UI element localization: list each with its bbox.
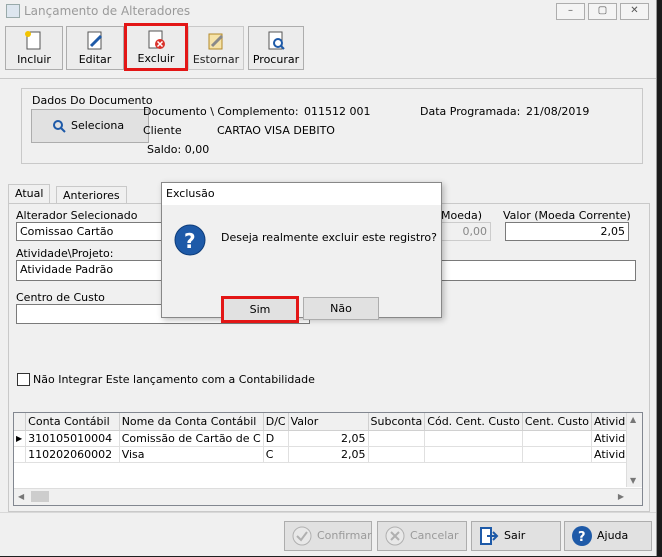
col-header[interactable]: Nome da Conta Contábil <box>119 413 264 431</box>
bottom-bar: Confirmar Cancelar Sair ? Ajuda <box>0 512 656 557</box>
table-row[interactable]: 110202060002 Visa C 2,05 Atividad <box>14 446 642 463</box>
sair-button[interactable]: Sair <box>471 521 561 551</box>
grid-corner <box>14 413 27 431</box>
help-icon: ? <box>572 526 592 546</box>
excluir-button[interactable]: Excluir <box>124 23 188 71</box>
col-header[interactable]: Cent. Custo <box>522 413 592 431</box>
vertical-scrollbar[interactable]: ▲ ▼ <box>626 413 642 487</box>
scroll-thumb[interactable] <box>31 491 49 502</box>
toolbar-separator <box>0 78 656 79</box>
horizontal-scrollbar[interactable]: ◀ ▶ <box>14 488 642 505</box>
grid-cell[interactable]: 310105010004 <box>25 430 120 447</box>
grid-cell[interactable] <box>522 430 592 447</box>
ajuda-button[interactable]: ? Ajuda <box>564 521 652 551</box>
nao-button[interactable]: Não <box>303 297 379 320</box>
grid-cell[interactable]: 110202060002 <box>25 446 120 463</box>
sim-button[interactable]: Sim <box>221 296 299 323</box>
documento-label: Documento \ Complemento: <box>143 105 299 118</box>
editar-button[interactable]: Editar <box>66 26 124 70</box>
reverse-icon <box>208 33 224 50</box>
title-bar: Lançamento de Alteradores – ▢ ✕ <box>0 0 656 22</box>
grid-cell[interactable]: 2,05 <box>288 430 369 447</box>
grid-cell[interactable] <box>368 430 426 447</box>
cliente-value: CARTAO VISA DEBITO <box>217 124 335 137</box>
dados-documento-group: Dados Do Documento Seleciona Documento \… <box>21 88 643 164</box>
documento-value: 011512 001 <box>304 105 371 118</box>
dialog-title: Exclusão <box>162 183 441 205</box>
search-document-icon <box>268 31 285 50</box>
dialog-body: ? Deseja realmente excluir este registro… <box>162 205 441 323</box>
saldo-text: Saldo: 0,00 <box>147 143 210 156</box>
scroll-down-icon[interactable]: ▼ <box>630 476 636 485</box>
confirm-dialog: Exclusão ? Deseja realmente excluir este… <box>161 182 442 323</box>
col-header[interactable]: Cód. Cent. Custo <box>424 413 523 431</box>
grid-cell[interactable] <box>368 446 426 463</box>
grid-cell[interactable] <box>424 446 523 463</box>
search-icon <box>53 120 66 133</box>
cliente-label: Cliente <box>143 124 182 137</box>
grid-cell[interactable]: Comissão de Cartão de C <box>119 430 264 447</box>
row-indicator <box>14 446 27 463</box>
atividade-label: Atividade\Projeto: <box>16 247 114 260</box>
toolbar: Incluir Editar Excluir Estornar Procurar <box>0 22 656 72</box>
grid-cell[interactable]: C <box>263 446 289 463</box>
col-header[interactable]: Conta Contábil <box>25 413 120 431</box>
col-header[interactable]: Valor <box>288 413 369 431</box>
svg-text:?: ? <box>184 229 196 253</box>
cancelar-button[interactable]: Cancelar <box>377 521 467 551</box>
check-icon <box>292 526 312 546</box>
data-programada-value: 21/08/2019 <box>526 105 590 118</box>
main-window: Lançamento de Alteradores – ▢ ✕ Incluir … <box>0 0 657 556</box>
moeda-field: 0,00 <box>441 222 491 241</box>
col-header[interactable]: D/C <box>263 413 289 431</box>
seleciona-button[interactable]: Seleciona <box>31 109 149 143</box>
alterador-field[interactable]: Comissao Cartão <box>16 222 166 241</box>
tab-anteriores[interactable]: Anteriores <box>56 186 127 204</box>
minimize-button[interactable]: – <box>556 3 585 20</box>
question-icon: ? <box>174 224 206 256</box>
procurar-button[interactable]: Procurar <box>248 26 304 70</box>
estornar-button[interactable]: Estornar <box>188 26 244 70</box>
alterador-label: Alterador Selecionado <box>16 209 138 222</box>
grid-cell[interactable]: 2,05 <box>288 446 369 463</box>
background-edge <box>657 0 662 556</box>
grid-cell[interactable]: Visa <box>119 446 264 463</box>
nao-integrar-label: Não Integrar Este lançamento com a Conta… <box>33 373 315 386</box>
close-button[interactable]: ✕ <box>620 3 649 20</box>
svg-text:?: ? <box>578 530 586 545</box>
valor-corrente-field[interactable]: 2,05 <box>505 222 629 241</box>
moeda-label: Moeda) <box>441 209 483 222</box>
grid-header-row: Conta Contábil Nome da Conta Contábil D/… <box>14 413 642 431</box>
lancamentos-grid: Conta Contábil Nome da Conta Contábil D/… <box>13 412 643 506</box>
centro-custo-label: Centro de Custo <box>16 291 105 304</box>
grid-cell[interactable]: D <box>263 430 289 447</box>
incluir-button[interactable]: Incluir <box>5 26 63 70</box>
grid-cell[interactable] <box>522 446 592 463</box>
delete-icon <box>148 30 165 49</box>
valor-corrente-label: Valor (Moeda Corrente) <box>503 209 631 222</box>
row-indicator-icon: ▶ <box>14 430 27 447</box>
nao-integrar-checkbox[interactable] <box>17 373 30 386</box>
cancel-icon <box>385 526 405 546</box>
window-title: Lançamento de Alteradores <box>24 4 191 18</box>
app-icon <box>6 4 20 18</box>
group-label: Dados Do Documento <box>32 94 153 107</box>
maximize-button[interactable]: ▢ <box>588 3 617 20</box>
exit-icon <box>480 527 499 545</box>
scroll-right-icon[interactable]: ▶ <box>618 492 624 501</box>
scroll-up-icon[interactable]: ▲ <box>630 415 636 424</box>
new-document-icon <box>25 31 41 50</box>
confirmar-button[interactable]: Confirmar <box>284 521 372 551</box>
scroll-left-icon[interactable]: ◀ <box>18 492 24 501</box>
data-programada-label: Data Programada: <box>420 105 521 118</box>
grid-cell[interactable] <box>424 430 523 447</box>
edit-icon <box>87 31 103 50</box>
col-header[interactable]: Subconta <box>368 413 426 431</box>
table-row[interactable]: ▶ 310105010004 Comissão de Cartão de C D… <box>14 430 642 447</box>
dialog-message: Deseja realmente excluir este registro? <box>221 231 438 244</box>
